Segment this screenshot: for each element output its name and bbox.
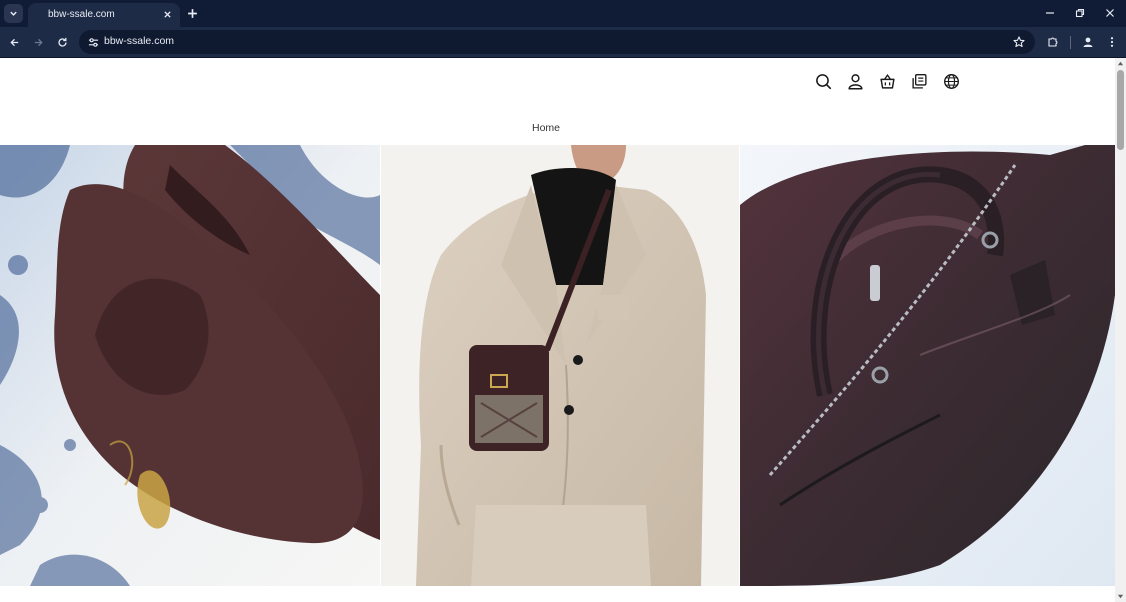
tune-icon [88, 37, 98, 47]
scroll-up-arrow[interactable] [1117, 60, 1124, 67]
chevron-down-icon [10, 11, 17, 16]
browser-tab-active[interactable]: bbw-ssale.com [28, 3, 180, 27]
catalog-button[interactable] [910, 72, 929, 91]
suede-loafers-image[interactable] [0, 145, 380, 586]
search-button[interactable] [814, 72, 833, 91]
minimize-button[interactable] [1040, 4, 1060, 22]
more-vertical-icon [1110, 37, 1114, 47]
triangle-down-icon [1117, 594, 1124, 599]
triangle-up-icon [1117, 61, 1124, 66]
reload-button[interactable] [53, 33, 71, 51]
browser-tab-strip: bbw-ssale.com [0, 0, 1126, 27]
profile-button[interactable] [1079, 33, 1097, 51]
web-page: Home [0, 58, 1115, 602]
forward-button[interactable] [29, 33, 47, 51]
nav-link-home[interactable]: Home [532, 122, 560, 134]
account-icon [848, 74, 863, 90]
arrow-right-icon [34, 38, 43, 46]
tab-close-button[interactable] [161, 8, 174, 21]
new-tab-button[interactable] [184, 5, 201, 22]
account-button[interactable] [846, 72, 865, 91]
tab-title: bbw-ssale.com [48, 9, 115, 20]
browser-menu-button[interactable] [1103, 33, 1121, 51]
page-scrollbar[interactable] [1115, 58, 1126, 602]
catalog-icon [912, 74, 927, 89]
reload-icon [57, 37, 67, 47]
back-button[interactable] [5, 33, 23, 51]
puzzle-icon [1048, 37, 1058, 47]
address-bar[interactable]: bbw-ssale.com [79, 30, 1035, 54]
site-info-button[interactable] [85, 34, 101, 50]
close-icon [164, 11, 171, 18]
cart-button[interactable] [878, 72, 897, 91]
toolbar-divider [1070, 36, 1071, 49]
language-button[interactable] [942, 72, 961, 91]
bookmark-button[interactable] [1011, 34, 1027, 50]
close-icon [1106, 9, 1114, 17]
profile-icon [1083, 37, 1093, 47]
header-icon-bar [814, 72, 961, 91]
restore-icon [1075, 8, 1085, 18]
cart-icon [880, 73, 895, 89]
arrow-left-icon [9, 38, 18, 46]
tab-search-button[interactable] [4, 4, 23, 23]
extensions-button[interactable] [1044, 33, 1062, 51]
scrollbar-thumb[interactable] [1117, 70, 1124, 150]
hero-banner [0, 145, 1115, 586]
browser-toolbar: bbw-ssale.com [0, 27, 1126, 58]
plus-icon [188, 9, 197, 18]
restore-button[interactable] [1070, 4, 1090, 22]
leather-duffle-bag-image[interactable] [740, 145, 1115, 586]
url-text: bbw-ssale.com [104, 35, 175, 47]
scroll-down-arrow[interactable] [1117, 593, 1124, 600]
globe-icon [944, 74, 959, 89]
minimize-icon [1046, 12, 1054, 14]
beige-suit-crossbody-bag-image[interactable] [381, 145, 739, 586]
search-icon [816, 74, 832, 90]
star-icon [1013, 36, 1025, 48]
close-window-button[interactable] [1100, 4, 1120, 22]
